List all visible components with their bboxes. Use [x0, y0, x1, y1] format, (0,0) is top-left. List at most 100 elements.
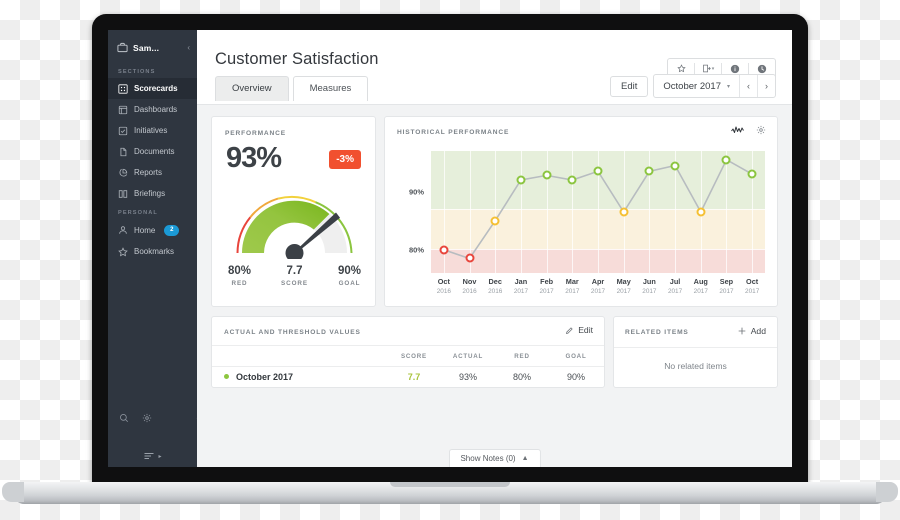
- historical-performance-card: HISTORICAL PERFORMANCE 80% 90% Oct 2016 …: [384, 116, 778, 307]
- sidebar-item-home[interactable]: Home 2: [108, 219, 197, 241]
- workspace-switcher[interactable]: Sam... ‹: [108, 30, 197, 63]
- chart-data-point[interactable]: [670, 161, 680, 171]
- sidebar-item-dashboards[interactable]: Dashboards: [108, 99, 197, 120]
- laptop-mockup: Sam... ‹ SECTIONS Scorecards Dashboards …: [0, 0, 900, 520]
- chart-data-point[interactable]: [516, 175, 526, 185]
- sidebar-item-label: Initiatives: [134, 126, 168, 135]
- sidebar-footer-tools: ◂: [108, 413, 208, 423]
- sidebar-item-initiatives[interactable]: Initiatives: [108, 120, 197, 141]
- stat-value: 7.7: [286, 265, 303, 277]
- table-card-title: ACTUAL AND THRESHOLD VALUES: [224, 329, 361, 336]
- chart-x-tick: Apr 2017: [591, 277, 605, 295]
- chart-x-month: Mar: [565, 277, 579, 286]
- menu-arrow-icon: ▸: [158, 453, 162, 460]
- check-square-icon: [118, 126, 128, 136]
- book-icon: [118, 189, 128, 199]
- chart-x-tick: Jun 2017: [642, 277, 656, 295]
- chart-x-month: Jan: [514, 277, 528, 286]
- table-row[interactable]: October 2017 7.7 93% 80% 90%: [212, 365, 604, 388]
- sidebar-item-label: Briefings: [134, 189, 166, 198]
- pencil-icon: [565, 326, 574, 335]
- chart-x-month: Feb: [540, 277, 554, 286]
- performance-value: 93%: [226, 142, 282, 174]
- sidebar-item-briefings[interactable]: Briefings: [108, 183, 197, 204]
- tab-overview[interactable]: Overview: [215, 76, 289, 101]
- cell-red: 80%: [512, 371, 531, 382]
- chart-x-tick: Jan 2017: [514, 277, 528, 295]
- gauge-chart: [224, 179, 365, 259]
- table-edit-button[interactable]: Edit: [565, 325, 593, 335]
- document-icon: [118, 147, 128, 157]
- actual-threshold-card: ACTUAL AND THRESHOLD VALUES Edit SCORE A…: [211, 316, 605, 388]
- performance-card-title: PERFORMANCE: [225, 130, 287, 137]
- tab-bar: Overview Measures: [215, 76, 369, 101]
- stat-value: 90%: [337, 265, 362, 277]
- sidebar-item-bookmarks[interactable]: Bookmarks: [108, 241, 197, 262]
- historical-card-icons: [731, 125, 766, 135]
- menu-icon: [143, 451, 155, 461]
- gridline-vertical: [546, 151, 548, 273]
- chart-x-tick: Jul 2017: [668, 277, 682, 295]
- home-badge: 2: [164, 224, 180, 236]
- chart-x-tick: Aug 2017: [694, 277, 708, 295]
- next-period-button[interactable]: ›: [757, 75, 775, 97]
- gridline-vertical: [726, 151, 728, 273]
- show-notes-label: Show Notes (0): [460, 454, 516, 463]
- performance-delta-badge: -3%: [329, 150, 361, 169]
- sidebar-item-label: Home: [134, 225, 156, 235]
- period-controls: Edit October 2017 ▾ ‹ ›: [610, 74, 776, 98]
- sidebar-item-reports[interactable]: Reports: [108, 162, 197, 183]
- laptop-foot-right: [876, 482, 898, 502]
- gear-icon[interactable]: [756, 125, 766, 135]
- related-add-button[interactable]: Add: [737, 326, 766, 336]
- search-icon[interactable]: [119, 413, 129, 423]
- chart-x-month: Sep: [719, 277, 734, 286]
- gear-icon[interactable]: [142, 413, 152, 423]
- chart-x-tick: Sep 2017: [719, 277, 733, 295]
- chart-x-year: 2017: [745, 288, 760, 295]
- chart-x-year: 2017: [513, 288, 529, 295]
- prev-period-button[interactable]: ‹: [739, 75, 757, 97]
- sidebar-menu-toggle[interactable]: ▸: [108, 451, 197, 461]
- chart-x-year: 2017: [616, 288, 631, 295]
- chart-data-point[interactable]: [593, 166, 603, 176]
- related-card-title: RELATED ITEMS: [625, 329, 689, 336]
- chart-y-axis: [385, 151, 427, 273]
- chart-x-labels: Oct 2016 Nov 2016 Dec 2016 Jan 2017 Feb 2017 Mar 20…: [431, 277, 765, 303]
- table-edit-label: Edit: [578, 325, 593, 335]
- chart-data-point[interactable]: [619, 207, 629, 217]
- collapse-chevron-icon[interactable]: ‹: [187, 43, 190, 52]
- chart-data-point[interactable]: [439, 245, 449, 255]
- column-header-goal: GOAL: [565, 352, 587, 360]
- grid-icon: [118, 83, 128, 94]
- chart-data-point[interactable]: [465, 253, 475, 263]
- tab-measures[interactable]: Measures: [292, 76, 369, 101]
- chart-data-point[interactable]: [747, 169, 757, 179]
- table-header-row: SCORE ACTUAL RED GOAL: [212, 345, 604, 367]
- chart-data-point[interactable]: [696, 207, 706, 217]
- screen: Sam... ‹ SECTIONS Scorecards Dashboards …: [108, 30, 792, 467]
- chart-data-point[interactable]: [542, 170, 552, 180]
- chart-data-point[interactable]: [721, 155, 731, 165]
- chart-data-point[interactable]: [490, 216, 500, 226]
- sidebar-item-scorecards[interactable]: Scorecards: [108, 78, 197, 99]
- period-dropdown[interactable]: October 2017 ▾: [654, 75, 739, 97]
- star-icon: [118, 246, 128, 257]
- sparkline-icon[interactable]: [731, 125, 744, 135]
- chart-data-point[interactable]: [567, 175, 577, 185]
- gauge-stats: 80% RED 7.7 SCORE 90% GOAL: [212, 265, 377, 287]
- related-items-card: RELATED ITEMS Add No related items: [613, 316, 778, 388]
- sidebar-item-documents[interactable]: Documents: [108, 141, 197, 162]
- chart-x-year: 2017: [565, 288, 580, 295]
- cell-actual: 93%: [458, 371, 477, 382]
- chart-data-point[interactable]: [644, 166, 654, 176]
- chart-x-year: 2016: [488, 288, 503, 295]
- show-notes-button[interactable]: Show Notes (0) ▲: [448, 449, 541, 467]
- chart-x-month: May: [616, 277, 631, 286]
- edit-button[interactable]: Edit: [610, 75, 649, 97]
- sidebar-item-label: Bookmarks: [134, 247, 175, 256]
- chart-x-month: Apr: [591, 277, 605, 286]
- column-header-actual: ACTUAL: [452, 352, 484, 360]
- sidebar-item-label: Scorecards: [134, 84, 178, 93]
- sidebar-sections-label: SECTIONS: [118, 69, 156, 75]
